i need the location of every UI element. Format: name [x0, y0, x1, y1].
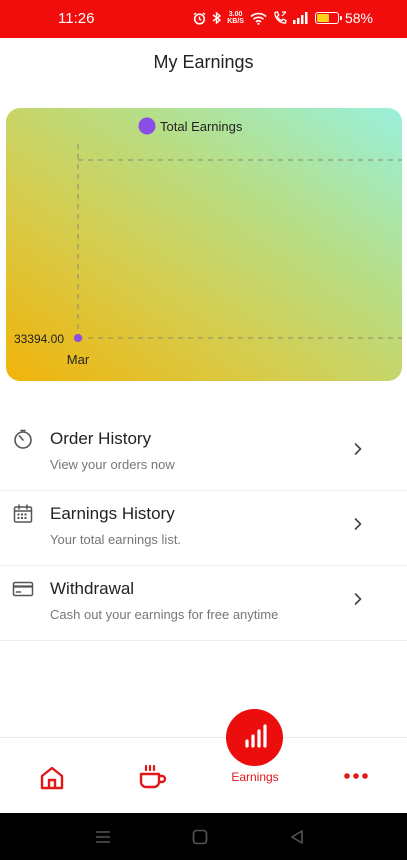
timer-icon — [14, 429, 32, 449]
nav-earnings-button[interactable] — [226, 709, 283, 766]
bottom-nav — [0, 737, 407, 813]
y-tick-label: 33394.00 — [14, 332, 64, 346]
menu-item-title: Order History — [50, 429, 152, 448]
bluetooth-icon — [212, 11, 222, 25]
wifi-icon — [250, 12, 267, 25]
back-icon[interactable] — [289, 829, 305, 845]
home-button-icon[interactable] — [192, 829, 208, 845]
network-speed: 3.00 KB/S — [227, 11, 244, 25]
menu-item-subtitle: Your total earnings list. — [50, 532, 182, 547]
menu-item-subtitle: Cash out your earnings for free anytime — [50, 607, 279, 622]
nav-orders[interactable] — [122, 738, 182, 814]
earnings-menu: Order History View your orders now Earni… — [0, 416, 407, 641]
calendar-icon — [13, 504, 33, 523]
nav-earnings-label: Earnings — [231, 770, 279, 784]
system-nav-bar — [0, 813, 407, 860]
x-tick-label: Mar — [67, 352, 90, 367]
status-icons: 3.00 KB/S 58% — [193, 10, 373, 26]
battery-icon — [314, 12, 342, 24]
nav-home[interactable] — [22, 738, 82, 814]
menu-item-title: Withdrawal — [50, 579, 135, 598]
data-point — [74, 334, 82, 342]
status-bar: 11:26 3.00 KB/S 58% — [0, 0, 407, 38]
page-title: My Earnings — [153, 52, 254, 72]
legend-swatch — [138, 117, 156, 135]
earnings-chart-svg: Total Earnings 33394.00Mar — [14, 117, 402, 367]
coffee-icon — [139, 764, 167, 789]
signal-icon — [292, 12, 308, 24]
recents-icon[interactable] — [95, 830, 111, 844]
chevron-right-icon — [354, 593, 362, 605]
legend-label: Total Earnings — [160, 119, 243, 134]
battery-percent: 58% — [344, 10, 373, 26]
menu-item-order-history[interactable]: Order History View your orders now — [0, 416, 407, 491]
card-icon — [12, 581, 34, 597]
menu-item-earnings-history[interactable]: Earnings History Your total earnings lis… — [0, 491, 407, 566]
chevron-right-icon — [354, 518, 362, 530]
alarm-icon — [193, 11, 206, 25]
status-time: 11:26 — [58, 10, 95, 27]
earnings-chart: Total Earnings 33394.00 Mar — [6, 108, 402, 381]
page-header: My Earnings — [0, 38, 407, 86]
earnings-icon — [245, 724, 267, 748]
menu-item-withdrawal[interactable]: Withdrawal Cash out your earnings for fr… — [0, 566, 407, 641]
menu-item-title: Earnings History — [50, 504, 175, 523]
more-icon — [344, 773, 368, 779]
call-icon — [274, 11, 287, 24]
home-icon — [40, 766, 64, 790]
nav-more[interactable] — [322, 738, 382, 814]
menu-item-subtitle: View your orders now — [50, 457, 175, 472]
chevron-right-icon — [354, 443, 362, 455]
